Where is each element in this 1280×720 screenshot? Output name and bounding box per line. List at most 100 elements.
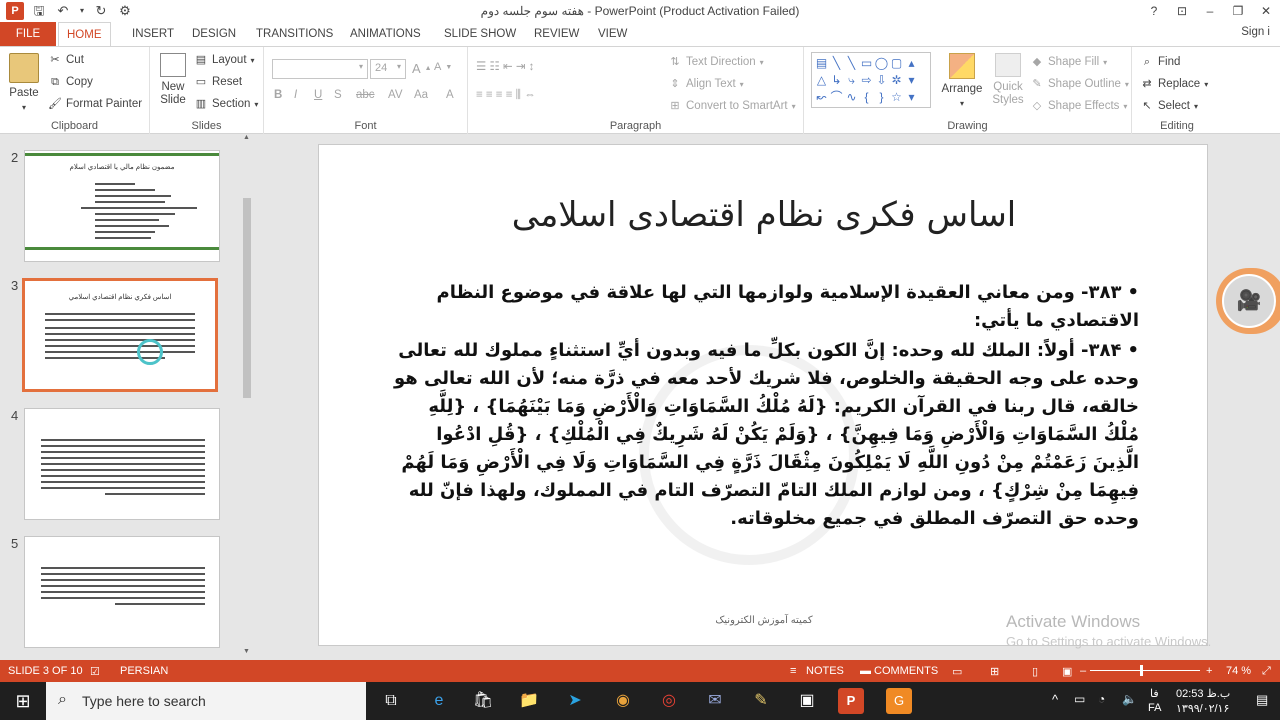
brace-shape-icon[interactable]: {	[859, 89, 874, 106]
tab-view[interactable]: VIEW	[590, 22, 635, 46]
volume-icon[interactable]: 🔈	[1122, 692, 1137, 706]
tab-transitions[interactable]: TRANSITIONS	[248, 22, 341, 46]
wifi-icon[interactable]: ◔	[1098, 692, 1105, 706]
more-shapes-icon[interactable]: ▴	[904, 55, 919, 72]
elbow2-shape-icon[interactable]: ⤷	[844, 72, 859, 89]
arrange-button[interactable]: Arrange ▾	[940, 53, 984, 108]
slide-thumbnail-5[interactable]	[24, 536, 220, 648]
file-explorer-icon[interactable]: 📁	[516, 688, 542, 714]
zoom-out-icon[interactable]: –	[1080, 665, 1086, 677]
scroll-down-icon[interactable]: ▼	[243, 648, 251, 656]
slide-counter[interactable]: SLIDE 3 OF 10	[8, 665, 83, 677]
arrow2-shape-icon[interactable]: ⇩	[874, 72, 889, 89]
wave-shape-icon[interactable]: ∿	[844, 89, 859, 106]
slide-thumbnail-3[interactable]: اساس فكري نظام اقتصادي اسلامي	[22, 278, 218, 392]
convert-smartart-button[interactable]: ⊞ Convert to SmartArt ▾	[668, 99, 795, 113]
bold-button[interactable]: B	[274, 89, 282, 101]
taskbar-search[interactable]: ⌕ Type here to search	[46, 682, 366, 720]
new-slide-button[interactable]: New Slide	[156, 53, 190, 107]
rounded-rect-shape-icon[interactable]: ▢	[889, 55, 904, 72]
align-buttons[interactable]: ≡ ≡ ≡ ≡ ⫼ ⇔	[476, 89, 536, 102]
thumbnail-scrollbar[interactable]: ▲ ▼	[241, 134, 253, 660]
triangle-shape-icon[interactable]: △	[814, 72, 829, 89]
telegram-icon[interactable]: ➤	[562, 688, 588, 714]
select-button[interactable]: ↖ Select ▾	[1140, 99, 1198, 113]
grow-font-button[interactable]: A ▲	[412, 61, 432, 76]
slide-title[interactable]: اساس فکری نظام اقتصادی اسلامی	[319, 195, 1207, 235]
clock-time[interactable]: 02:53 ب.ظ	[1176, 687, 1230, 700]
tab-file[interactable]: FILE	[0, 22, 56, 46]
tab-insert[interactable]: INSERT	[124, 22, 182, 46]
restore-button[interactable]: ❐	[1224, 0, 1252, 22]
screen-recorder-widget[interactable]: 🎥	[1216, 268, 1280, 334]
slideshow-view-icon[interactable]: ▣	[1062, 665, 1072, 678]
bullets-button[interactable]: ☰ ☷ ⇤ ⇥ ↕	[476, 59, 534, 73]
scrollbar-thumb[interactable]	[243, 198, 251, 398]
language-indicator[interactable]: PERSIAN	[120, 665, 168, 677]
firefox-icon[interactable]: ◉	[610, 688, 636, 714]
layout-button[interactable]: ▤ Layout ▾	[194, 53, 255, 67]
underline-button[interactable]: U	[314, 89, 322, 101]
italic-button[interactable]: I	[294, 89, 297, 101]
task-view-icon[interactable]: ⧉	[378, 688, 404, 714]
find-button[interactable]: ⌕ Find	[1140, 55, 1180, 69]
clock-date[interactable]: ۱۳۹۹/۰۲/۱۶	[1176, 702, 1229, 715]
edge-icon[interactable]: e	[426, 688, 452, 714]
shapes-gallery[interactable]: ▤ ╲ ╲ ▭ ◯ ▢ ▴ △ ↳ ⤷ ⇨ ⇩ ✲ ▾ ↜ ⌒ ∿{} ☆ ▾	[811, 52, 931, 108]
font-size-select[interactable]: 24 ▾	[370, 59, 406, 79]
shape-effects-button[interactable]: ◇ Shape Effects ▾	[1030, 99, 1128, 113]
align-text-button[interactable]: ⇕ Align Text ▾	[668, 77, 743, 91]
zoom-slider-knob[interactable]	[1140, 665, 1143, 676]
tab-animations[interactable]: ANIMATIONS	[342, 22, 429, 46]
zoom-in-icon[interactable]: +	[1206, 665, 1212, 677]
scroll-shapes-icon[interactable]: ▾	[904, 72, 919, 89]
shape-fill-button[interactable]: ◆ Shape Fill ▾	[1030, 55, 1107, 69]
chrome-icon[interactable]: ◎	[656, 688, 682, 714]
spell-check-icon[interactable]: ☑	[90, 665, 100, 678]
tab-review[interactable]: REVIEW	[526, 22, 587, 46]
star-shape-icon[interactable]: ☆	[889, 89, 904, 106]
format-painter-button[interactable]: 🖌 Format Painter	[48, 97, 142, 111]
brace2-shape-icon[interactable]: }	[874, 89, 889, 106]
line-shape-icon[interactable]: ╲	[829, 55, 844, 72]
tab-design[interactable]: DESIGN	[184, 22, 244, 46]
zoom-slider[interactable]	[1090, 670, 1200, 671]
copy-button[interactable]: ⧉ Copy	[48, 75, 93, 89]
quick-styles-button[interactable]: Quick Styles	[988, 53, 1028, 107]
change-case-button[interactable]: Aa	[414, 89, 428, 101]
slide-sorter-icon[interactable]: ⊞	[990, 665, 999, 678]
textbox-shape-icon[interactable]: ▤	[814, 55, 829, 72]
paste-button[interactable]: Paste ▾	[6, 53, 42, 112]
text-direction-button[interactable]: ⇅ Text Direction ▾	[668, 55, 763, 69]
current-slide[interactable]: اساس فکری نظام اقتصادی اسلامی •۳۸۳- ومن …	[318, 144, 1208, 646]
close-button[interactable]: ✕	[1252, 0, 1280, 22]
section-button[interactable]: ▥ Section ▾	[194, 97, 259, 111]
tray-lang-code[interactable]: FA	[1148, 702, 1161, 714]
expand-shapes-icon[interactable]: ▾	[904, 89, 919, 106]
store-icon[interactable]: 🛍	[470, 688, 496, 714]
arrow-shape-icon[interactable]: ⇨	[859, 72, 874, 89]
zoom-level[interactable]: 74 %	[1226, 665, 1251, 677]
mail-icon[interactable]: ✉	[702, 688, 728, 714]
reset-button[interactable]: ▭ Reset	[194, 75, 242, 89]
oval-shape-icon[interactable]: ◯	[874, 55, 889, 72]
fit-slide-icon[interactable]: ⤢	[1262, 665, 1271, 678]
shape-outline-button[interactable]: ✎ Shape Outline ▾	[1030, 77, 1129, 91]
font-color-button[interactable]: A	[446, 89, 454, 101]
slide-thumbnail-4[interactable]	[24, 408, 220, 520]
rect-shape-icon[interactable]: ▭	[859, 55, 874, 72]
char-spacing-button[interactable]: AV	[388, 89, 403, 101]
notifications-icon[interactable]: ▤	[1256, 692, 1268, 708]
tab-slide-show[interactable]: SLIDE SHOW	[436, 22, 524, 46]
ribbon-display-button[interactable]: ⊡	[1168, 0, 1196, 22]
elbow-shape-icon[interactable]: ↳	[829, 72, 844, 89]
recorder-taskbar-icon[interactable]: G	[886, 688, 912, 714]
shadow-button[interactable]: S	[334, 89, 342, 101]
font-family-select[interactable]: ▾	[272, 59, 368, 79]
slide-thumbnail-2[interactable]: مضمون نظام مالي يا اقتصادي اسلام	[24, 150, 220, 262]
tray-chevron-icon[interactable]: ^	[1052, 692, 1058, 707]
line2-shape-icon[interactable]: ╲	[844, 55, 859, 72]
curve-shape-icon[interactable]: ↜	[814, 89, 829, 106]
star-burst-shape-icon[interactable]: ✲	[889, 72, 904, 89]
tab-home[interactable]: HOME	[58, 22, 111, 47]
